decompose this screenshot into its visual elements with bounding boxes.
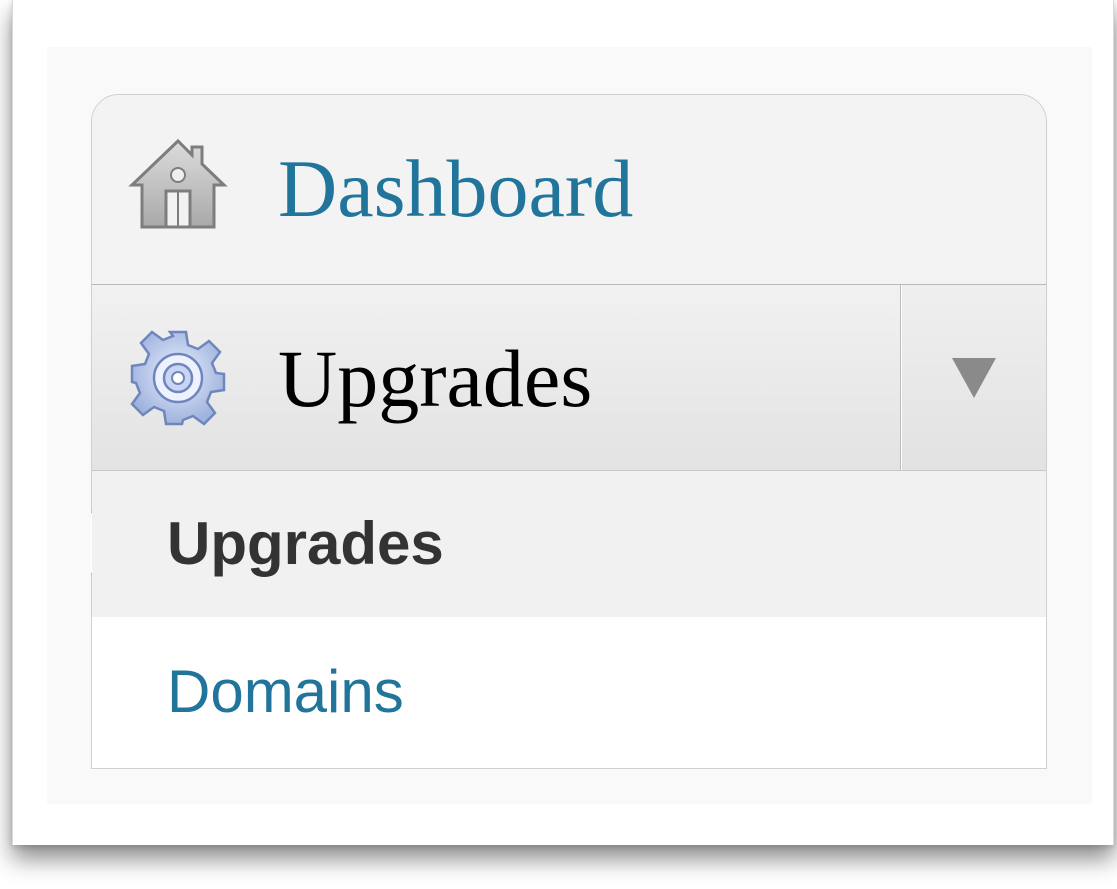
submenu-label-domains[interactable]: Domains <box>167 662 404 722</box>
menu-item-dashboard[interactable]: Dashboard <box>92 95 1046 285</box>
admin-menu: Dashboard Upgrades Upgrades Domains <box>91 94 1047 769</box>
menu-item-upgrades[interactable]: Upgrades <box>92 285 1046 471</box>
upgrades-submenu: Upgrades Domains <box>91 471 1046 768</box>
submenu-label-upgrades[interactable]: Upgrades <box>167 514 444 574</box>
submenu-toggle[interactable] <box>900 285 1046 470</box>
gear-icon <box>128 328 228 428</box>
menu-label-dashboard[interactable]: Dashboard <box>278 148 633 230</box>
house-icon <box>128 135 228 235</box>
submenu-item-upgrades[interactable]: Upgrades <box>92 471 1046 617</box>
triangle-down-icon <box>951 357 996 398</box>
menu-label-upgrades[interactable]: Upgrades <box>278 338 592 420</box>
submenu-item-domains[interactable]: Domains <box>92 617 1046 767</box>
